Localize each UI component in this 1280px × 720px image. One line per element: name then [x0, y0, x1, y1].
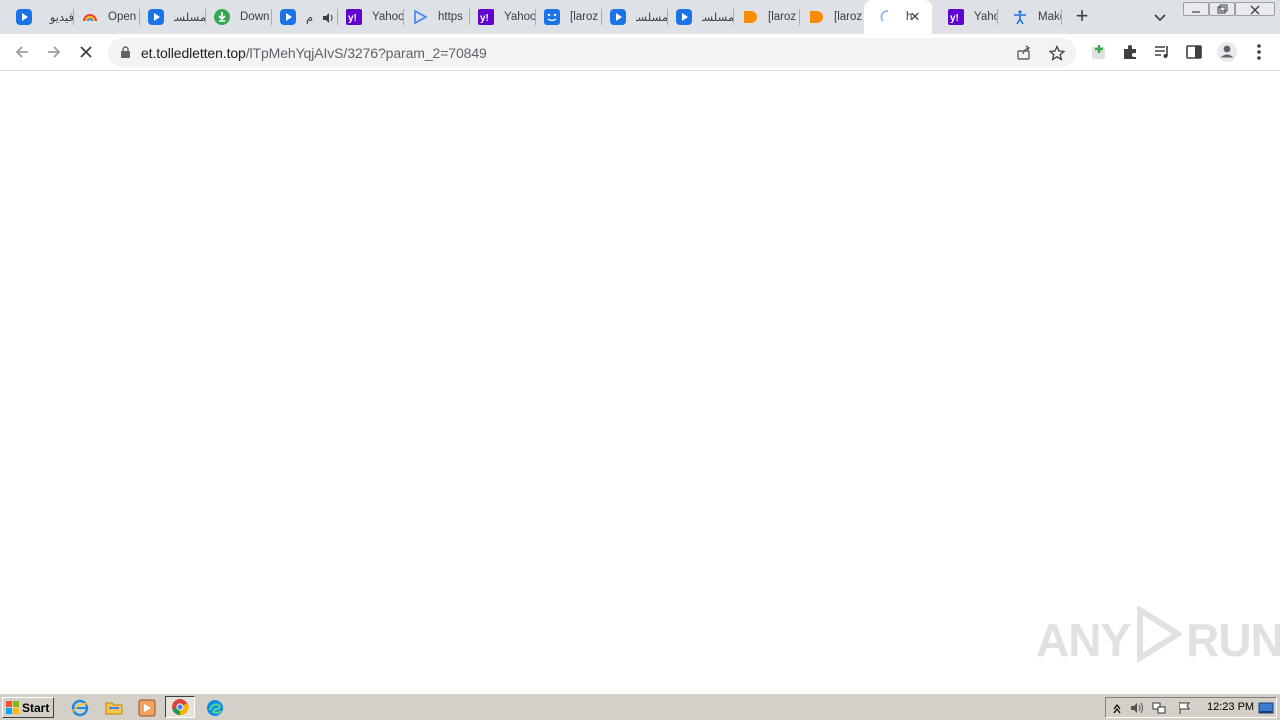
volume-icon[interactable]	[1130, 701, 1144, 715]
play-icon	[148, 9, 164, 25]
stop-loading-icon[interactable]	[76, 42, 96, 62]
anyrun-watermark: ANY RUN	[1036, 604, 1280, 673]
action-center-flag-icon[interactable]	[1177, 701, 1191, 715]
tab-2[interactable]: Open	[66, 0, 140, 34]
tab-11[interactable]: مسلسل	[660, 0, 734, 34]
tab-6[interactable]: y! Yahoo	[330, 0, 404, 34]
file-explorer-icon[interactable]	[104, 698, 124, 718]
yahoo-icon: y!	[948, 9, 964, 25]
tab-4[interactable]: Down	[198, 0, 272, 34]
tab-title: م	[306, 12, 314, 24]
tab-title: Yahoo	[974, 11, 998, 23]
svg-text:y!: y!	[480, 13, 489, 24]
tab-title: [laroz	[834, 11, 863, 23]
extensions-puzzle-icon[interactable]	[1121, 43, 1139, 61]
media-player-icon[interactable]	[137, 698, 157, 718]
extension-green-icon[interactable]	[1090, 43, 1108, 61]
address-bar[interactable]: et.tolledletten.top/lTpMehYqjAIvS/3276?p…	[108, 38, 1076, 67]
yahoo-icon: y!	[478, 9, 494, 25]
media-control-icon[interactable]	[1153, 43, 1171, 61]
close-tab-icon[interactable]: ✕	[908, 10, 922, 24]
smile-icon	[544, 9, 560, 25]
download-icon	[214, 9, 230, 25]
restore-button[interactable]	[1209, 2, 1235, 16]
network-icon[interactable]	[1152, 701, 1166, 715]
minimize-button[interactable]	[1183, 2, 1209, 16]
internet-explorer-icon[interactable]	[70, 698, 90, 718]
orange-icon	[742, 9, 758, 25]
tab-5[interactable]: م	[264, 0, 338, 34]
play-icon	[280, 9, 296, 25]
tab-12[interactable]: [laroz	[726, 0, 800, 34]
chevron-down-icon[interactable]	[1152, 9, 1168, 25]
lock-icon[interactable]	[120, 46, 131, 59]
edge-icon[interactable]	[205, 698, 225, 718]
svg-text:y!: y!	[950, 13, 959, 24]
windows-logo-icon	[6, 700, 20, 715]
profile-avatar-icon[interactable]	[1216, 41, 1238, 63]
play-icon	[16, 9, 32, 25]
play-icon	[1134, 604, 1184, 673]
url-path: /lTpMehYqjAIvS/3276?param_2=70849	[245, 45, 487, 61]
tab-1[interactable]: فيديو	[0, 0, 74, 34]
browser-toolbar: et.tolledletten.top/lTpMehYqjAIvS/3276?p…	[0, 34, 1280, 71]
rainbow-icon	[82, 9, 98, 25]
chrome-taskbar-icon[interactable]	[165, 696, 195, 718]
tab-16[interactable]: Make	[996, 0, 1062, 34]
bookmark-star-icon[interactable]	[1048, 44, 1066, 61]
yahoo-icon: y!	[346, 9, 362, 25]
tab-15[interactable]: y! Yahoo	[932, 0, 998, 34]
windows-taskbar: Start 12:23 PM	[0, 693, 1280, 720]
url-host: et.tolledletten.top	[141, 45, 246, 61]
clock[interactable]: 12:23 PM	[1207, 701, 1254, 713]
share-icon[interactable]	[1016, 45, 1032, 61]
system-tray: 12:23 PM	[1105, 697, 1277, 718]
tab-10[interactable]: مسلسل	[594, 0, 668, 34]
back-arrow-icon[interactable]	[12, 42, 32, 62]
orange-icon	[808, 9, 824, 25]
start-button[interactable]: Start	[2, 697, 54, 718]
menu-kebab-icon[interactable]	[1249, 40, 1269, 64]
loading-icon	[880, 9, 896, 25]
tab-title: Make	[1038, 11, 1062, 23]
tray-expand-icon[interactable]	[1110, 701, 1124, 715]
play-icon	[676, 9, 692, 25]
new-tab-button[interactable]: +	[1072, 5, 1092, 27]
url-text[interactable]: et.tolledletten.top/lTpMehYqjAIvS/3276?p…	[141, 45, 487, 61]
start-label: Start	[22, 700, 50, 715]
accessibility-icon	[1012, 9, 1028, 25]
watermark-left: ANY	[1036, 613, 1131, 666]
tab-3[interactable]: مسلسل	[132, 0, 206, 34]
tab-7[interactable]: https	[396, 0, 470, 34]
tab-strip: فيديو Open مسلسل Down م y!	[0, 0, 1280, 34]
forward-arrow-icon[interactable]	[44, 42, 64, 62]
tab-8[interactable]: y! Yahoo	[462, 0, 536, 34]
watermark-right: RUN	[1186, 613, 1280, 666]
svg-text:y!: y!	[348, 13, 357, 24]
play-icon	[610, 9, 626, 25]
show-desktop-icon[interactable]	[1258, 701, 1274, 715]
page-content: ANY RUN	[0, 72, 1280, 692]
close-window-button[interactable]	[1235, 2, 1275, 16]
side-panel-icon[interactable]	[1185, 43, 1203, 61]
tab-14-active[interactable]: h ✕	[864, 0, 932, 34]
tab-13[interactable]: [laroz	[792, 0, 866, 34]
tab-9[interactable]: [laroz	[528, 0, 602, 34]
play-outline-icon	[412, 9, 428, 25]
